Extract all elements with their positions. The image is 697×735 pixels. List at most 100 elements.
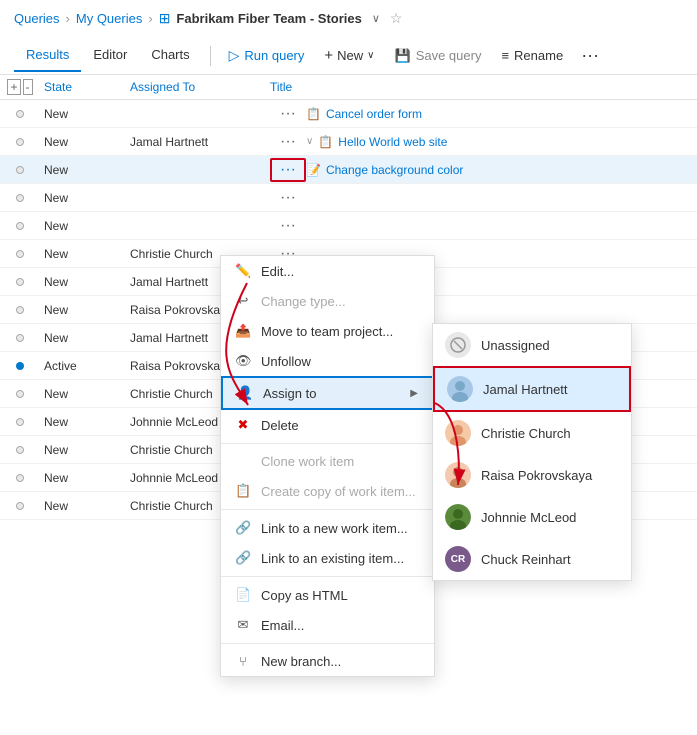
row-state: New <box>40 331 130 345</box>
state-dot <box>16 278 24 286</box>
tab-charts[interactable]: Charts <box>139 39 201 72</box>
breadcrumb: Queries › My Queries › ⊞ Fabrikam Fiber … <box>0 0 697 37</box>
tab-editor[interactable]: Editor <box>81 39 139 72</box>
menu-delete[interactable]: ✖ Delete <box>221 410 434 440</box>
dropdown-icon[interactable]: ∨ <box>372 12 380 25</box>
menu-link-new[interactable]: 🔗 Link to a new work item... <box>221 513 434 543</box>
menu-separator-3 <box>221 576 434 577</box>
state-dot <box>16 446 24 454</box>
avatar <box>445 462 471 488</box>
menu-link-existing[interactable]: 🔗 Link to an existing item... <box>221 543 434 573</box>
assign-raisa-label: Raisa Pokrovskaya <box>481 468 592 483</box>
chevron-down-icon: ∨ <box>367 50 374 61</box>
new-button[interactable]: + New ∨ <box>314 42 384 69</box>
queries-link[interactable]: Queries <box>14 11 60 26</box>
save-query-button[interactable]: 💾 Save query <box>385 43 492 69</box>
menu-assign-to[interactable]: 👤 Assign to ▶ <box>221 376 434 410</box>
table-icon: ⊞ <box>159 10 171 27</box>
assign-to-label-container: 👤 Assign to <box>237 385 316 401</box>
row-state: New <box>40 163 130 177</box>
row-expand <box>0 110 40 118</box>
row-state: New <box>40 415 130 429</box>
row-expand <box>0 166 40 174</box>
more-options-button[interactable]: ··· <box>573 41 607 70</box>
plus-icon: + <box>324 47 333 64</box>
table-row[interactable]: New ··· <box>0 184 697 212</box>
menu-clone-work-item: Clone work item <box>221 447 434 476</box>
copy-icon: 📋 <box>235 483 251 499</box>
submenu-arrow-icon: ▶ <box>410 388 418 399</box>
assign-unassigned[interactable]: Unassigned <box>433 324 631 366</box>
row-actions-button[interactable]: ··· <box>270 133 306 151</box>
assigned-column-header[interactable]: Assigned To <box>130 80 270 94</box>
row-state: New <box>40 471 130 485</box>
assign-chuck[interactable]: CR Chuck Reinhart <box>433 538 631 580</box>
menu-copy-html[interactable]: 📄 Copy as HTML <box>221 580 434 610</box>
unfollow-icon: 👁 <box>235 353 251 369</box>
favorite-star-icon[interactable]: ☆ <box>390 10 403 27</box>
menu-email[interactable]: ✉ Email... <box>221 610 434 640</box>
rename-button[interactable]: ≡ Rename <box>491 43 573 68</box>
state-column-header[interactable]: State <box>40 80 130 94</box>
state-dot <box>16 110 24 118</box>
menu-clone-label: Clone work item <box>261 454 354 469</box>
row-state: New <box>40 191 130 205</box>
run-query-button[interactable]: ▷ Run query <box>219 42 315 69</box>
avatar <box>445 504 471 530</box>
table-row[interactable]: New ··· 📝 Change background color <box>0 156 697 184</box>
link-new-icon: 🔗 <box>235 520 251 536</box>
move-icon: 📤 <box>235 323 251 339</box>
state-dot <box>16 390 24 398</box>
menu-edit[interactable]: ✏️ Edit... <box>221 256 434 286</box>
row-state: New <box>40 499 130 513</box>
work-item-icon: 📝 <box>306 163 321 177</box>
row-state: New <box>40 107 130 121</box>
menu-move-project[interactable]: 📤 Move to team project... <box>221 316 434 346</box>
row-title: 📝 Change background color <box>306 163 697 177</box>
avatar <box>445 332 471 358</box>
email-icon: ✉ <box>235 617 251 633</box>
title-column-header[interactable]: Title <box>270 80 697 94</box>
menu-delete-label: Delete <box>261 418 299 433</box>
row-state: New <box>40 443 130 457</box>
state-dot <box>16 502 24 510</box>
menu-unfollow-label: Unfollow <box>261 354 311 369</box>
avatar <box>447 376 473 402</box>
expand-icon[interactable]: + <box>7 79 20 95</box>
row-actions-button[interactable]: ··· <box>270 158 306 182</box>
menu-unfollow[interactable]: 👁 Unfollow <box>221 346 434 376</box>
menu-create-copy-label: Create copy of work item... <box>261 484 416 499</box>
row-actions-button[interactable]: ··· <box>270 217 306 235</box>
row-state: New <box>40 219 130 233</box>
assign-christie[interactable]: Christie Church <box>433 412 631 454</box>
table-row[interactable]: New Jamal Hartnett ··· ∨ 📋 Hello World w… <box>0 128 697 156</box>
row-title: ∨ 📋 Hello World web site <box>306 135 697 149</box>
toolbar: Results Editor Charts ▷ Run query + New … <box>0 37 697 75</box>
assign-johnnie[interactable]: Johnnie McLeod <box>433 496 631 538</box>
row-state: New <box>40 303 130 317</box>
table-row[interactable]: New ··· 📋 Cancel order form <box>0 100 697 128</box>
assign-icon: 👤 <box>237 385 253 401</box>
change-type-icon: ↩ <box>235 293 251 309</box>
assign-jamal[interactable]: Jamal Hartnett <box>433 366 631 412</box>
menu-assign-label: Assign to <box>263 386 316 401</box>
table-row[interactable]: New ··· <box>0 212 697 240</box>
assign-to-submenu: Unassigned Jamal Hartnett Christie Chu <box>432 323 632 581</box>
collapse-icon[interactable]: - <box>23 79 33 95</box>
state-dot <box>16 474 24 482</box>
rename-icon: ≡ <box>501 48 509 63</box>
assign-jamal-label: Jamal Hartnett <box>483 382 568 397</box>
row-actions-button[interactable]: ··· <box>270 189 306 207</box>
assign-raisa[interactable]: Raisa Pokrovskaya <box>433 454 631 496</box>
my-queries-link[interactable]: My Queries <box>76 11 142 26</box>
menu-change-type-label: Change type... <box>261 294 346 309</box>
menu-new-branch[interactable]: ⑂ New branch... <box>221 647 434 676</box>
state-dot <box>16 362 24 370</box>
avatar <box>445 420 471 446</box>
menu-link-new-label: Link to a new work item... <box>261 521 408 536</box>
row-actions-button[interactable]: ··· <box>270 105 306 123</box>
assign-christie-label: Christie Church <box>481 426 571 441</box>
work-item-icon: 📋 <box>306 107 321 121</box>
column-headers: + - State Assigned To Title <box>0 75 697 100</box>
tab-results[interactable]: Results <box>14 39 81 72</box>
